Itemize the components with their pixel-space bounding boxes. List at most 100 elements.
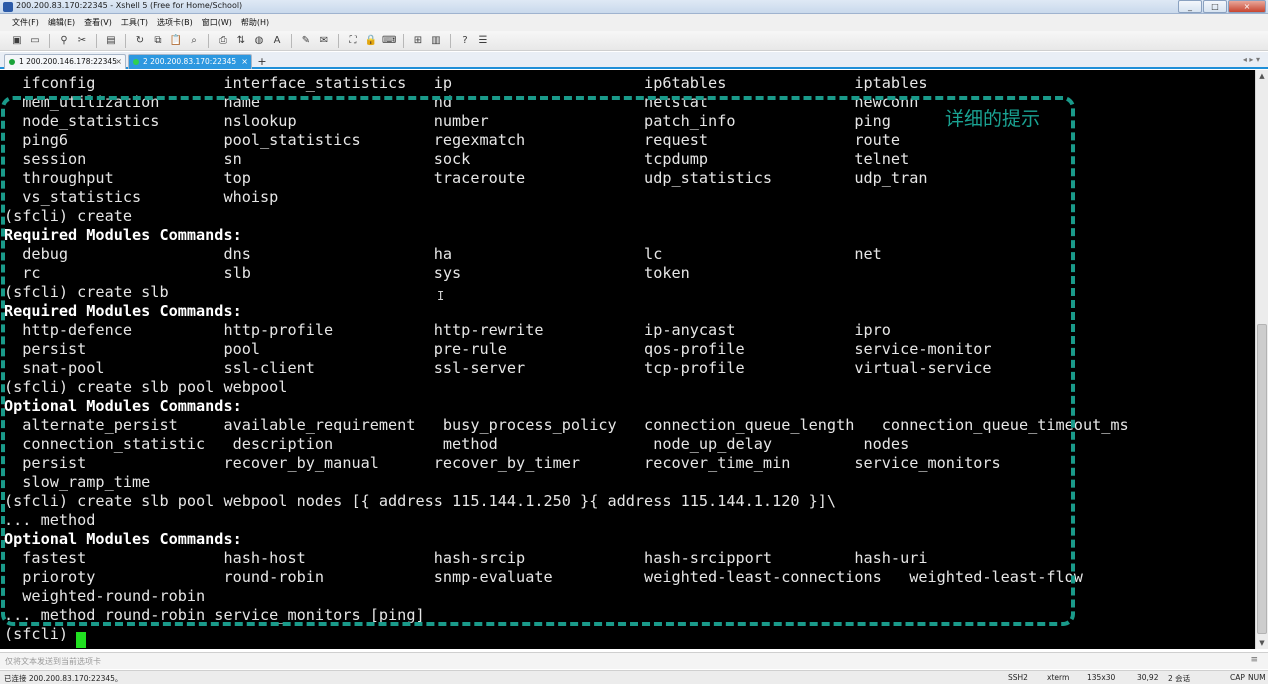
terminal-prompt-line: (sfcli) create xyxy=(4,207,133,225)
compose-icon[interactable]: ✉ xyxy=(317,34,331,47)
terminal-continuation-line: ... method round-robin service_monitors … xyxy=(4,606,425,624)
properties-icon[interactable]: ▤ xyxy=(104,34,118,47)
tab-label: 1 200.200.146.178:22345 xyxy=(19,57,117,66)
scroll-down-arrow-icon[interactable]: ▼ xyxy=(1256,637,1268,649)
close-button[interactable]: × xyxy=(1228,0,1266,13)
terminal-line: slow_ramp_time xyxy=(4,473,151,491)
menu-help[interactable]: 帮助(H) xyxy=(241,17,269,28)
scrollbar-thumb[interactable] xyxy=(1257,324,1267,634)
tab-close-icon[interactable]: × xyxy=(115,55,122,68)
scroll-up-arrow-icon[interactable]: ▲ xyxy=(1256,70,1268,82)
menu-tabs[interactable]: 选项卡(B) xyxy=(157,17,193,28)
terminal-line: http-defence http-profile http-rewrite i… xyxy=(4,321,891,339)
toolbar-separator xyxy=(450,33,451,48)
tab-session-2[interactable]: 2 200.200.83.170:22345 × xyxy=(128,54,252,69)
terminal-section-heading: Optional Modules Commands: xyxy=(4,530,242,548)
open-folder-icon[interactable]: ▭ xyxy=(28,34,42,47)
terminal-prompt-line: (sfcli) create slb pool webpool nodes [{… xyxy=(4,492,837,510)
new-session-icon[interactable]: ▣ xyxy=(10,34,24,47)
link-icon[interactable]: ⚲ xyxy=(57,34,71,47)
tab-close-icon[interactable]: × xyxy=(241,55,248,68)
session-tab-bar: 1 200.200.146.178:22345 × 2 200.200.83.1… xyxy=(0,52,1268,69)
terminal-section-heading: Optional Modules Commands: xyxy=(4,397,242,415)
help-icon[interactable]: ? xyxy=(458,34,472,47)
terminal-cursor xyxy=(76,632,86,648)
layout-icon[interactable]: ▥ xyxy=(429,34,443,47)
compose-menu-icon[interactable]: ≡ xyxy=(1250,655,1258,665)
tab-navigation-arrows[interactable]: ◂ ▸ ▾ xyxy=(1243,55,1260,64)
toolbar-separator xyxy=(125,33,126,48)
keyboard-icon[interactable]: ⌨ xyxy=(382,34,396,47)
toolbar-separator xyxy=(96,33,97,48)
status-bar: 已连接 200.200.83.170:22345。 SSH2 xterm 135… xyxy=(0,670,1268,684)
find-icon[interactable]: ⌕ xyxy=(187,34,201,47)
terminal-type: xterm xyxy=(1047,673,1070,682)
title-bar: 200.200.83.170:22345 - Xshell 5 (Free fo… xyxy=(0,0,1268,14)
terminal-line: rc slb sys token xyxy=(4,264,690,282)
menu-edit[interactable]: 编辑(E) xyxy=(48,17,75,28)
terminal-line: connection_statistic description method … xyxy=(4,435,910,453)
toolbar-separator xyxy=(208,33,209,48)
transfer-icon[interactable]: ⇅ xyxy=(234,34,248,47)
terminal-line: prioroty round-robin snmp-evaluate weigh… xyxy=(4,568,1083,586)
num-lock-indicator: NUM xyxy=(1248,673,1266,682)
print-icon[interactable]: ⎙ xyxy=(216,34,230,47)
fullscreen-icon[interactable]: ⛶ xyxy=(346,34,360,47)
toolbar-separator xyxy=(403,33,404,48)
toolbar: ▣ ▭ ⚲ ✂ ▤ ↻ ⧉ 📋 ⌕ ⎙ ⇅ ◍ A ✎ ✉ ⛶ 🔒 ⌨ ⊞ ▥ … xyxy=(0,31,1268,51)
protocol-indicator: SSH2 xyxy=(1008,673,1028,682)
compose-bar[interactable]: 仅将文本发送到当前选项卡 ≡ xyxy=(0,652,1268,669)
menu-tools[interactable]: 工具(T) xyxy=(121,17,148,28)
disconnect-icon[interactable]: ✂ xyxy=(75,34,89,47)
terminal-active-prompt: (sfcli) xyxy=(4,625,78,643)
text-cursor-icon: I xyxy=(437,289,445,303)
terminal-size: 135x30 xyxy=(1087,673,1116,682)
terminal-line: session sn sock tcpdump telnet xyxy=(4,150,910,168)
script-icon[interactable]: ✎ xyxy=(299,34,313,47)
new-tab-icon[interactable]: ⊞ xyxy=(411,34,425,47)
terminal-line: persist pool pre-rule qos-profile servic… xyxy=(4,340,992,358)
terminal-line: ifconfig interface_statistics ip ip6tabl… xyxy=(4,74,928,92)
terminal-line: ping6 pool_statistics regexmatch request… xyxy=(4,131,901,149)
caps-lock-indicator: CAP xyxy=(1230,673,1245,682)
menu-file[interactable]: 文件(F) xyxy=(12,17,39,28)
terminal-line: alternate_persist available_requirement … xyxy=(4,416,1129,434)
toolbar-separator xyxy=(49,33,50,48)
annotation-label: 详细的提示 xyxy=(945,108,1041,130)
terminal-output[interactable]: ifconfig interface_statistics ip ip6tabl… xyxy=(0,70,1255,649)
terminal-prompt-line: (sfcli) create slb pool webpool xyxy=(4,378,288,396)
add-tab-button[interactable]: + xyxy=(255,55,269,69)
connected-status-icon xyxy=(9,59,15,65)
globe-icon[interactable]: ◍ xyxy=(252,34,266,47)
tab-session-1[interactable]: 1 200.200.146.178:22345 × xyxy=(4,54,126,69)
terminal-line: debug dns ha lc net xyxy=(4,245,882,263)
toolbar-separator xyxy=(291,33,292,48)
connected-status-icon xyxy=(133,59,139,65)
paste-icon[interactable]: 📋 xyxy=(169,34,183,47)
terminal-line: persist recover_by_manual recover_by_tim… xyxy=(4,454,1001,472)
window-controls: _ □ × xyxy=(1178,0,1266,13)
tab-label: 2 200.200.83.170:22345 xyxy=(143,57,237,66)
terminal-line: fastest hash-host hash-srcip hash-srcipp… xyxy=(4,549,928,567)
maximize-button[interactable]: □ xyxy=(1203,0,1227,13)
terminal-line: vs_statistics whoisp xyxy=(4,188,279,206)
terminal-line: snat-pool ssl-client ssl-server tcp-prof… xyxy=(4,359,992,377)
copy-icon[interactable]: ⧉ xyxy=(151,34,165,47)
menu-window[interactable]: 窗口(W) xyxy=(202,17,232,28)
terminal-continuation-line: ... method xyxy=(4,511,96,529)
toolbar-separator xyxy=(338,33,339,48)
terminal-prompt-line: (sfcli) create slb xyxy=(4,283,169,301)
font-icon[interactable]: A xyxy=(270,34,284,47)
menu-view[interactable]: 查看(V) xyxy=(84,17,112,28)
terminal-line: mem_utilization name nd netstat newconn xyxy=(4,93,919,111)
refresh-icon[interactable]: ↻ xyxy=(133,34,147,47)
terminal-line: throughput top traceroute udp_statistics… xyxy=(4,169,928,187)
terminal-scrollbar[interactable]: ▲ ▼ xyxy=(1255,70,1268,649)
lock-icon[interactable]: 🔒 xyxy=(364,34,378,47)
terminal-line: node_statistics nslookup number patch_in… xyxy=(4,112,891,130)
window-title: 200.200.83.170:22345 - Xshell 5 (Free fo… xyxy=(16,1,243,10)
minimize-button[interactable]: _ xyxy=(1178,0,1202,13)
chat-icon[interactable]: ☰ xyxy=(476,34,490,47)
connection-status: 已连接 200.200.83.170:22345。 xyxy=(4,674,123,683)
compose-input[interactable]: 仅将文本发送到当前选项卡 xyxy=(5,656,101,667)
